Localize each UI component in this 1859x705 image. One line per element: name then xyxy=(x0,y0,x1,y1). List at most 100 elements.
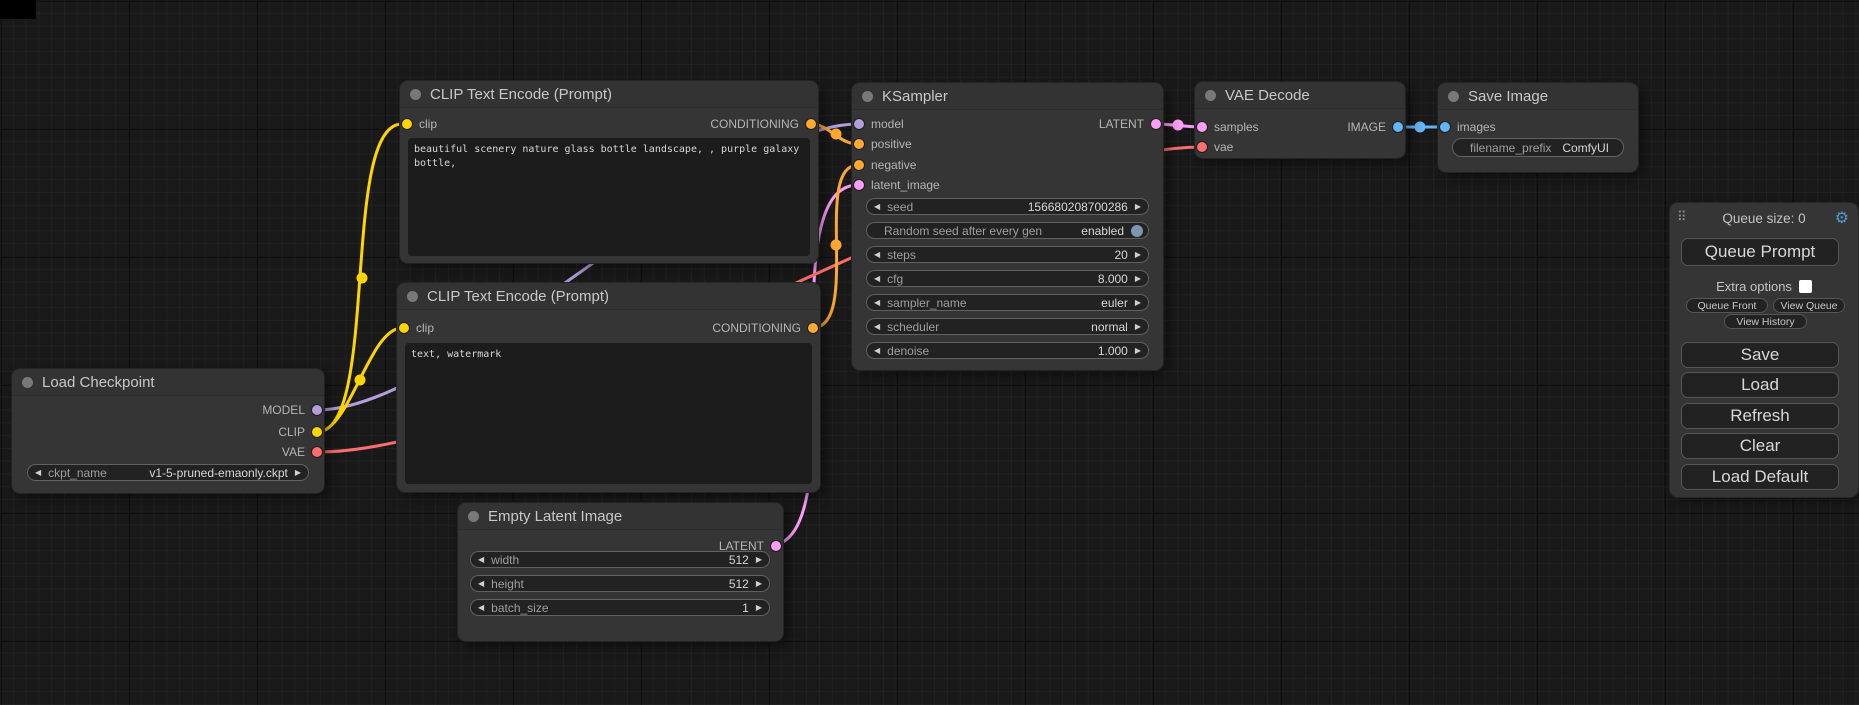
cfg-widget[interactable]: ◀ cfg 8.000 ▶ xyxy=(866,270,1149,287)
input-slot-clip[interactable] xyxy=(402,119,412,129)
node-titlebar[interactable]: Load Checkpoint xyxy=(12,369,324,396)
decrement-arrow-icon[interactable]: ◀ xyxy=(874,294,880,311)
decrement-arrow-icon[interactable]: ◀ xyxy=(874,318,880,335)
input-slot-model[interactable] xyxy=(854,119,864,129)
node-titlebar[interactable]: Save Image xyxy=(1438,83,1638,110)
toggle-dot[interactable] xyxy=(1131,225,1143,237)
load-default-button[interactable]: Load Default xyxy=(1681,464,1839,490)
widget-value: ComfyUI xyxy=(1562,141,1609,155)
increment-arrow-icon[interactable]: ▶ xyxy=(1135,198,1141,215)
seed-widget[interactable]: ◀ seed 156680208700286 ▶ xyxy=(866,198,1149,215)
increment-arrow-icon[interactable]: ▶ xyxy=(1135,294,1141,311)
decrement-arrow-icon[interactable]: ◀ xyxy=(478,551,484,568)
increment-arrow-icon[interactable]: ▶ xyxy=(295,464,301,481)
width-widget[interactable]: ◀ width 512 ▶ xyxy=(470,551,770,568)
node-empty-latent-image: Empty Latent Image LATENT ◀ width 512 ▶ … xyxy=(458,503,783,641)
link-dot xyxy=(357,273,368,284)
clear-button[interactable]: Clear xyxy=(1681,433,1839,459)
input-slot-samples[interactable] xyxy=(1197,122,1207,132)
node-graph-canvas[interactable]: Load Checkpoint MODEL CLIP VAE ◀ ckpt_na… xyxy=(0,0,1859,705)
decrement-arrow-icon[interactable]: ◀ xyxy=(478,575,484,592)
filename-prefix-widget[interactable]: filename_prefix ComfyUI xyxy=(1452,138,1624,157)
widget-label: seed xyxy=(887,200,913,214)
input-slot-negative[interactable] xyxy=(854,160,864,170)
output-slot-clip[interactable] xyxy=(312,427,322,437)
input-slot-clip[interactable] xyxy=(399,323,409,333)
slot-label: model xyxy=(871,117,904,131)
slot-label: IMAGE xyxy=(1347,120,1386,134)
extra-options-checkbox[interactable] xyxy=(1799,280,1812,293)
node-title: Save Image xyxy=(1468,88,1548,105)
node-titlebar[interactable]: Empty Latent Image xyxy=(458,503,783,530)
queue-prompt-button[interactable]: Queue Prompt xyxy=(1681,238,1839,266)
view-history-button[interactable]: View History xyxy=(1724,314,1807,329)
slot-label: VAE xyxy=(282,445,305,459)
node-titlebar[interactable]: VAE Decode xyxy=(1195,82,1405,109)
scheduler-widget[interactable]: ◀ scheduler normal ▶ xyxy=(866,318,1149,335)
refresh-button[interactable]: Refresh xyxy=(1681,403,1839,429)
decrement-arrow-icon[interactable]: ◀ xyxy=(35,464,41,481)
output-slot-conditioning[interactable] xyxy=(808,323,818,333)
output-slot-latent[interactable] xyxy=(771,541,781,551)
widget-label: denoise xyxy=(887,344,929,358)
increment-arrow-icon[interactable]: ▶ xyxy=(1135,270,1141,287)
ckpt-name-widget[interactable]: ◀ ckpt_name v1-5-pruned-emaonly.ckpt ▶ xyxy=(27,464,309,481)
increment-arrow-icon[interactable]: ▶ xyxy=(1135,342,1141,359)
input-slot-images[interactable] xyxy=(1440,122,1450,132)
node-status-dot xyxy=(1205,90,1216,101)
node-titlebar[interactable]: KSampler xyxy=(852,83,1163,110)
node-ksampler: KSampler model LATENT positive negative … xyxy=(852,83,1163,370)
decrement-arrow-icon[interactable]: ◀ xyxy=(874,246,880,263)
node-title: VAE Decode xyxy=(1225,87,1310,104)
gear-icon[interactable]: ⚙ xyxy=(1835,208,1849,228)
widget-label: ckpt_name xyxy=(48,466,107,480)
link-dot xyxy=(1173,120,1184,131)
output-slot-image[interactable] xyxy=(1393,122,1403,132)
queue-front-button[interactable]: Queue Front xyxy=(1686,298,1768,313)
node-save-image: Save Image images filename_prefix ComfyU… xyxy=(1438,83,1638,172)
output-slot-conditioning[interactable] xyxy=(806,119,816,129)
increment-arrow-icon[interactable]: ▶ xyxy=(756,575,762,592)
increment-arrow-icon[interactable]: ▶ xyxy=(1135,246,1141,263)
slot-label: images xyxy=(1457,120,1496,134)
widget-label: scheduler xyxy=(887,320,939,334)
negative-prompt-textarea[interactable]: text, watermark xyxy=(405,343,812,484)
output-slot-model[interactable] xyxy=(312,405,322,415)
decrement-arrow-icon[interactable]: ◀ xyxy=(874,342,880,359)
save-button[interactable]: Save xyxy=(1681,342,1839,368)
increment-arrow-icon[interactable]: ▶ xyxy=(756,599,762,616)
slot-label: positive xyxy=(871,137,912,151)
increment-arrow-icon[interactable]: ▶ xyxy=(756,551,762,568)
decrement-arrow-icon[interactable]: ◀ xyxy=(478,599,484,616)
top-left-black-box xyxy=(0,0,36,19)
positive-prompt-textarea[interactable]: beautiful scenery nature glass bottle la… xyxy=(408,138,810,256)
view-queue-button[interactable]: View Queue xyxy=(1773,298,1845,313)
widget-value: 512 xyxy=(729,553,749,567)
denoise-widget[interactable]: ◀ denoise 1.000 ▶ xyxy=(866,342,1149,359)
widget-value: 512 xyxy=(729,577,749,591)
output-slot-latent[interactable] xyxy=(1151,119,1161,129)
link-dot xyxy=(831,240,842,251)
load-button[interactable]: Load xyxy=(1681,372,1839,398)
increment-arrow-icon[interactable]: ▶ xyxy=(1135,318,1141,335)
widget-label: cfg xyxy=(887,272,903,286)
node-titlebar[interactable]: CLIP Text Encode (Prompt) xyxy=(400,81,818,108)
height-widget[interactable]: ◀ height 512 ▶ xyxy=(470,575,770,592)
sampler-name-widget[interactable]: ◀ sampler_name euler ▶ xyxy=(866,294,1149,311)
widget-value: normal xyxy=(1091,320,1128,334)
widget-label: batch_size xyxy=(491,601,548,615)
input-slot-positive[interactable] xyxy=(854,139,864,149)
node-load-checkpoint: Load Checkpoint MODEL CLIP VAE ◀ ckpt_na… xyxy=(12,369,324,493)
batch-size-widget[interactable]: ◀ batch_size 1 ▶ xyxy=(470,599,770,616)
decrement-arrow-icon[interactable]: ◀ xyxy=(874,270,880,287)
steps-widget[interactable]: ◀ steps 20 ▶ xyxy=(866,246,1149,263)
input-slot-vae[interactable] xyxy=(1197,142,1207,152)
output-slot-vae[interactable] xyxy=(312,447,322,457)
decrement-arrow-icon[interactable]: ◀ xyxy=(874,198,880,215)
queue-panel: ⠿ Queue size: 0 ⚙ Queue Prompt Extra opt… xyxy=(1670,203,1858,497)
random-seed-toggle-widget[interactable]: Random seed after every gen enabled xyxy=(866,222,1149,239)
extra-options-row: Extra options xyxy=(1670,279,1858,294)
node-titlebar[interactable]: CLIP Text Encode (Prompt) xyxy=(397,283,820,310)
slot-label: clip xyxy=(419,117,437,131)
input-slot-latent-image[interactable] xyxy=(854,180,864,190)
